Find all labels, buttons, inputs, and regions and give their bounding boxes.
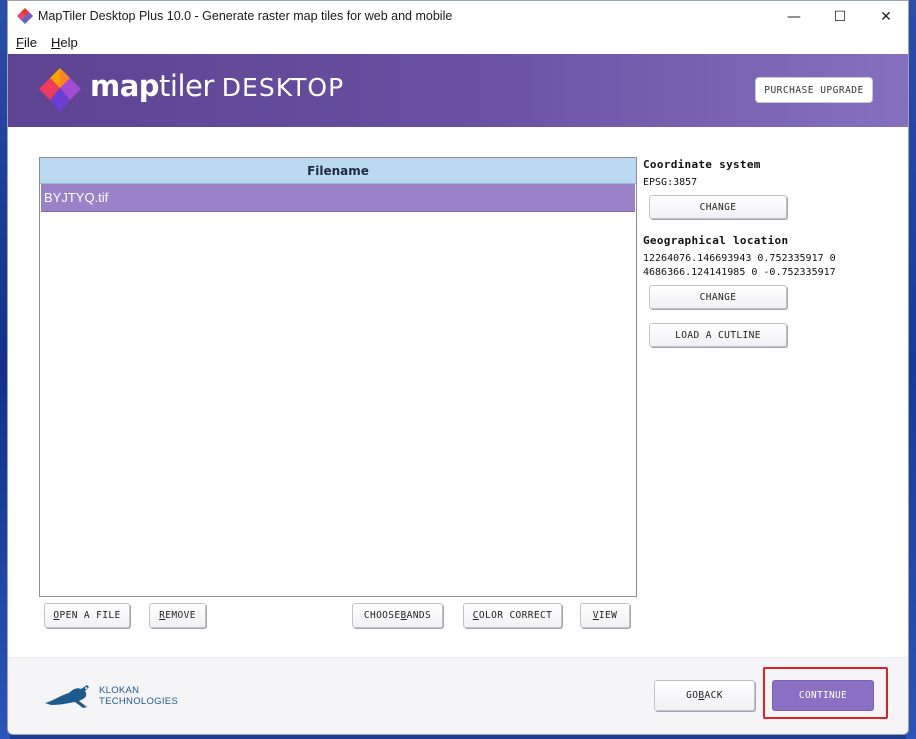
coordinate-system-value: EPSG:3857	[643, 177, 698, 188]
close-button[interactable]: ✕	[863, 1, 908, 32]
go-back-button[interactable]: GO B ACK	[654, 680, 755, 711]
header-banner: maptiler DESKTOP PURCHASE UPGRADE	[8, 54, 908, 127]
geographical-location-heading: Geographical location	[643, 234, 789, 247]
go-back-label: ACK	[704, 690, 723, 701]
table-header-filename[interactable]: Filename	[40, 158, 636, 184]
purchase-upgrade-button[interactable]: PURCHASE UPGRADE	[755, 77, 873, 103]
open-file-button[interactable]: O PEN A FILE	[44, 603, 130, 628]
geographical-location-line-2: 4686366.124141985 0 -0.752335917	[643, 267, 836, 278]
logo-desktop-text: DESKTOP	[221, 73, 345, 102]
logo-tiler-text: tiler	[159, 69, 214, 103]
load-cutline-button[interactable]: LOAD A CUTLINE	[649, 323, 787, 347]
maptiler-wordmark: maptiler DESKTOP	[90, 69, 344, 103]
klokan-line-1: KLOKAN	[99, 685, 140, 696]
klokan-line-2: TECHNOLOGIES	[99, 696, 179, 707]
view-label: IEW	[598, 610, 618, 621]
view-button[interactable]: V IEW	[580, 603, 630, 628]
coordinate-system-heading: Coordinate system	[643, 158, 761, 171]
continue-highlight-box	[763, 667, 888, 719]
menu-help-label: elp	[60, 35, 78, 50]
menu-help[interactable]: Help	[51, 35, 78, 50]
menu-file-label: ile	[23, 35, 37, 50]
table-row[interactable]: BYJTYQ.tif	[41, 184, 635, 212]
go-back-prefix: GO	[686, 690, 699, 701]
main-content: Filename BYJTYQ.tif Coordinate system EP…	[8, 127, 908, 657]
app-window: MapTiler Desktop Plus 10.0 - Generate ra…	[7, 0, 909, 735]
menu-bar: File Help	[8, 32, 908, 54]
title-bar[interactable]: MapTiler Desktop Plus 10.0 - Generate ra…	[8, 1, 908, 32]
open-file-label: PEN A FILE	[59, 610, 121, 621]
close-icon: ✕	[880, 8, 892, 25]
choose-bands-button[interactable]: CHOOSE B ANDS	[352, 603, 443, 628]
coordinate-change-button[interactable]: CHANGE	[649, 195, 787, 219]
color-correct-label: OLOR CORRECT	[478, 610, 553, 621]
menu-file[interactable]: File	[16, 35, 37, 50]
logo-map-text: map	[90, 69, 160, 103]
minimize-icon: —	[787, 8, 801, 25]
geographical-location-line-1: 12264076.146693943 0.752335917 0	[643, 253, 836, 264]
menu-file-mnemonic: F	[16, 35, 24, 50]
kangaroo-logo-icon	[45, 685, 89, 708]
file-table[interactable]: Filename BYJTYQ.tif	[39, 157, 637, 597]
location-change-button[interactable]: CHANGE	[649, 285, 787, 309]
maximize-icon: ☐	[833, 8, 847, 25]
maptiler-logo-icon	[39, 68, 81, 112]
minimize-button[interactable]: —	[771, 1, 817, 32]
klokan-technologies-logo-text: KLOKAN TECHNOLOGIES	[99, 685, 178, 707]
choose-bands-label: ANDS	[406, 610, 432, 621]
choose-bands-prefix: CHOOSE	[363, 610, 401, 621]
menu-help-mnemonic: H	[51, 35, 61, 50]
remove-button[interactable]: R EMOVE	[149, 603, 206, 628]
maximize-button[interactable]: ☐	[817, 1, 863, 32]
maptiler-app-icon	[17, 8, 33, 24]
remove-label: EMOVE	[165, 610, 196, 621]
window-title: MapTiler Desktop Plus 10.0 - Generate ra…	[38, 9, 453, 23]
footer: KLOKAN TECHNOLOGIES GO B ACK CONTINUE	[8, 657, 908, 734]
color-correct-button[interactable]: C OLOR CORRECT	[463, 603, 562, 628]
